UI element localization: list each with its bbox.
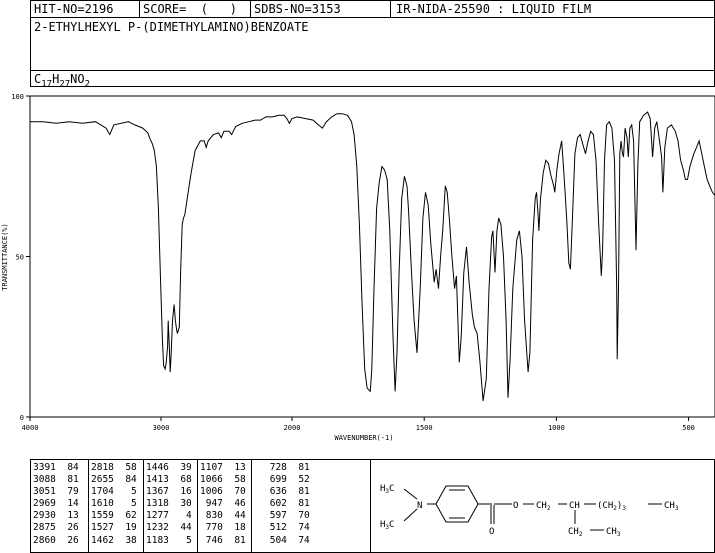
- peak-row: 2930 13: [33, 510, 79, 522]
- peak-row: 1006 70: [200, 486, 246, 498]
- table-divider-4: [251, 459, 252, 553]
- peak-row: 1559 62: [91, 510, 137, 522]
- peak-row: 2818 58: [91, 462, 137, 473]
- peak-row: 3391 84: [33, 462, 79, 473]
- peak-row: 2969 14: [33, 498, 79, 510]
- peak-row: 947 46: [200, 498, 246, 510]
- peak-row: 1367 16: [146, 486, 192, 498]
- peak-row: 2875 26: [33, 522, 79, 534]
- peak-row: 504 74: [264, 534, 310, 546]
- y-tick-label-50: 50: [16, 254, 24, 262]
- peak-row: 830 44: [200, 510, 246, 522]
- peak-row: 699 52: [264, 474, 310, 486]
- y-tick-label-0: 0: [20, 414, 24, 422]
- nitrogen-atom: N: [417, 501, 422, 511]
- peak-row: 1183 5: [146, 534, 192, 546]
- x-tick-label-1500: 1500: [416, 424, 433, 432]
- peak-row: 597 70: [264, 510, 310, 522]
- peak-row: 1277 4: [146, 510, 192, 522]
- peak-column-2: 2818 58 2655 84 1704 5 1610 5 1559 62 1527 19…: [91, 462, 137, 547]
- x-tick-label-4000: 4000: [22, 424, 39, 432]
- ir-spectrum-chart: 4000 3000 2000 1500 1000 500 0 50 100 WAVENUMBER…: [1, 93, 715, 442]
- peak-row: 728 81: [264, 462, 310, 473]
- terminal-ch3: CH3: [664, 501, 679, 512]
- peak-column-1: 3391 84 3088 81 3051 79 2969 14 2930 13 2875 …: [33, 462, 79, 547]
- chemical-structure: H3C H3C N O O CH2 CH (CH2)3 CH3 CH2 CH3: [380, 484, 679, 538]
- table-divider-2: [143, 459, 144, 553]
- peak-row: 1107 13: [200, 462, 246, 473]
- benzene-ring: [435, 485, 479, 523]
- peak-row: 602 81: [264, 498, 310, 510]
- peak-column-4: 1107 13 1066 58 1006 70 947 46 830 44 770 …: [200, 462, 246, 547]
- spectrum-line: [30, 111, 715, 401]
- x-axis-label: WAVENUMBER(-1): [334, 434, 393, 442]
- ester-oxygen: O: [513, 501, 518, 511]
- peak-row: 1527 19: [91, 522, 137, 534]
- ch2-group: CH2: [536, 501, 551, 512]
- peak-column-3: 1446 39 1413 68 1367 16 1318 30 1277 4 1232 4…: [146, 462, 192, 547]
- carbonyl-oxygen: O: [489, 527, 494, 537]
- y-axis-label: TRANSMITTANCE(%): [1, 223, 9, 290]
- peak-row: 3051 79: [33, 486, 79, 498]
- table-divider-5: [370, 459, 371, 553]
- peak-row: 1318 30: [146, 498, 192, 510]
- x-tick-label-3000: 3000: [153, 424, 170, 432]
- butyl-chain: (CH2)3: [597, 501, 626, 512]
- x-tick-label-1000: 1000: [548, 424, 565, 432]
- peak-row: 2860 26: [33, 534, 79, 546]
- peak-row: 1704 5: [91, 486, 137, 498]
- methyl-bottom: H3C: [380, 520, 394, 531]
- peak-row: 1610 5: [91, 498, 137, 510]
- ethyl-ch2: CH2: [568, 527, 583, 538]
- table-divider-1: [88, 459, 89, 553]
- peak-column-5: 728 81 699 52 636 81 602 81 597 70 512 7…: [264, 462, 310, 547]
- x-tick-label-2000: 2000: [284, 424, 301, 432]
- peak-row: 3088 81: [33, 474, 79, 486]
- plot-frame: [29, 95, 715, 418]
- ethyl-ch3: CH3: [606, 527, 621, 538]
- peak-row: 1413 68: [146, 474, 192, 486]
- peak-row: 2655 84: [91, 474, 137, 486]
- x-tick-label-500: 500: [682, 424, 695, 432]
- peak-row: 512 74: [264, 522, 310, 534]
- bond-n-methyl-bottom: [403, 508, 418, 522]
- y-tick-label-100: 100: [11, 93, 24, 101]
- ch-group: CH: [569, 501, 580, 511]
- peak-row: 770 18: [200, 522, 246, 534]
- table-divider-3: [197, 459, 198, 553]
- peak-row: 1462 38: [91, 534, 137, 546]
- peak-row: 746 81: [200, 534, 246, 546]
- methyl-top: H3C: [380, 484, 394, 495]
- peak-row: 1446 39: [146, 462, 192, 473]
- peak-row: 1066 58: [200, 474, 246, 486]
- peak-row: 1232 44: [146, 522, 192, 534]
- peak-row: 636 81: [264, 486, 310, 498]
- bond-n-methyl-top: [403, 488, 418, 500]
